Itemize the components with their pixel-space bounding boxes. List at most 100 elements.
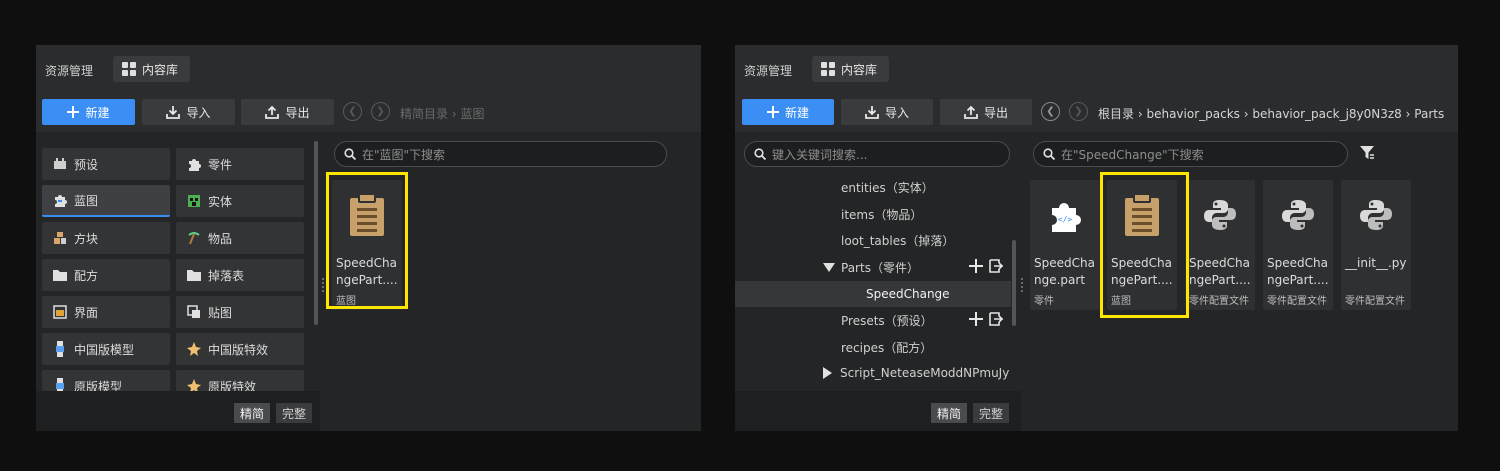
sidebar-scrollbar[interactable] bbox=[314, 141, 318, 325]
file-kind: 零件 bbox=[1034, 296, 1054, 307]
tree-item-parts[interactable]: Parts（零件） bbox=[735, 254, 1011, 280]
svg-text:</>: </> bbox=[1058, 215, 1073, 224]
export-button-label: 导出 bbox=[983, 105, 1008, 120]
file-tile[interactable]: __init__.py 零件配置文件 bbox=[1341, 180, 1411, 310]
file-content-area: 在"SpeedChange"下搜索 </> SpeedChange.part 零… bbox=[1025, 132, 1458, 431]
category-textures[interactable]: 贴图 bbox=[176, 296, 304, 328]
mode-full-button[interactable]: 完整 bbox=[276, 403, 313, 423]
toolbar: 新建 导入 导出 ❮ ❯ 精简目录 › 蓝图 bbox=[36, 92, 701, 132]
breadcrumb-item[interactable]: behavior_pack_j8y0N3z8 bbox=[1252, 107, 1401, 121]
puzzle-code-icon: </> bbox=[1030, 180, 1100, 250]
category-blueprint[interactable]: 蓝图 bbox=[42, 185, 170, 217]
blueprint-icon bbox=[52, 192, 68, 208]
expand-arrow-icon[interactable] bbox=[823, 262, 835, 272]
breadcrumb-item[interactable]: behavior_packs bbox=[1146, 107, 1239, 121]
tree-item-label: Parts（零件） bbox=[841, 260, 919, 275]
chevron-right-icon: ❯ bbox=[1074, 105, 1083, 117]
breadcrumb-separator-icon: › bbox=[1405, 107, 1415, 121]
new-button[interactable]: 新建 bbox=[42, 99, 135, 125]
category-loot-tables[interactable]: 掉落表 bbox=[176, 259, 304, 291]
tab-content-library[interactable]: 内容库 bbox=[113, 56, 190, 82]
tab-label: 内容库 bbox=[142, 62, 179, 77]
new-button[interactable]: 新建 bbox=[742, 99, 834, 125]
new-button-label: 新建 bbox=[784, 105, 809, 120]
category-label: 零件 bbox=[208, 157, 233, 172]
import-file-icon[interactable] bbox=[989, 259, 1003, 273]
new-button-label: 新建 bbox=[85, 105, 110, 120]
search-input[interactable]: 在"SpeedChange"下搜索 bbox=[1033, 141, 1348, 167]
tree-item-label: Presets（预设） bbox=[841, 313, 933, 328]
export-button[interactable]: 导出 bbox=[241, 99, 334, 125]
grid-icon bbox=[122, 62, 136, 76]
mode-simple-button[interactable]: 精简 bbox=[931, 403, 968, 423]
search-input[interactable]: 在"蓝图"下搜索 bbox=[334, 141, 667, 167]
category-preset[interactable]: 预设 bbox=[42, 148, 170, 180]
import-button[interactable]: 导入 bbox=[841, 99, 933, 125]
breadcrumb-item[interactable]: 蓝图 bbox=[460, 107, 484, 121]
category-blocks[interactable]: 方块 bbox=[42, 222, 170, 254]
tree-search-input[interactable]: 键入关键词搜索... bbox=[744, 141, 1010, 167]
file-name: SpeedChangePart.... bbox=[1267, 256, 1329, 287]
tree-item[interactable]: Script_NeteaseModdNPmuJy bbox=[735, 360, 1011, 386]
category-label: 物品 bbox=[208, 231, 233, 246]
tree-item-selected[interactable]: SpeedChange bbox=[735, 281, 1011, 307]
file-name: __init__.py bbox=[1345, 256, 1407, 270]
tab-content-library[interactable]: 内容库 bbox=[812, 56, 889, 82]
category-items[interactable]: 物品 bbox=[176, 222, 304, 254]
grid-icon bbox=[821, 62, 835, 76]
category-label: 贴图 bbox=[208, 305, 233, 320]
import-file-icon[interactable] bbox=[989, 312, 1003, 326]
file-tile[interactable]: SpeedChangePart.... 零件配置文件 bbox=[1185, 180, 1255, 310]
chevron-left-icon: ❮ bbox=[1046, 105, 1055, 117]
add-icon[interactable] bbox=[969, 259, 983, 273]
plus-icon bbox=[67, 106, 80, 118]
tree-item-label: loot_tables（掉落） bbox=[841, 233, 955, 248]
file-name: SpeedChange.part bbox=[1034, 256, 1095, 287]
tree-scrollbar[interactable] bbox=[1012, 240, 1016, 326]
blocks-icon bbox=[52, 230, 68, 246]
panel-titlebar: 资源管理 内容库 bbox=[735, 45, 1458, 92]
back-button[interactable]: ❮ bbox=[1041, 102, 1060, 121]
breadcrumb-item[interactable]: 精简目录 bbox=[400, 107, 448, 121]
search-placeholder: 在"蓝图"下搜索 bbox=[362, 147, 446, 162]
import-button[interactable]: 导入 bbox=[142, 99, 235, 125]
file-tile[interactable]: SpeedChangePart.... 零件配置文件 bbox=[1263, 180, 1333, 310]
filter-icon[interactable] bbox=[1360, 146, 1374, 160]
category-china-effect[interactable]: 中国版特效 bbox=[176, 333, 304, 365]
import-button-label: 导入 bbox=[186, 105, 211, 120]
texture-icon bbox=[186, 304, 202, 320]
tree-item[interactable]: loot_tables（掉落） bbox=[735, 227, 1011, 253]
category-entity[interactable]: 实体 bbox=[176, 185, 304, 217]
category-ui[interactable]: 界面 bbox=[42, 296, 170, 328]
export-button[interactable]: 导出 bbox=[940, 99, 1032, 125]
chevron-right-icon: ❯ bbox=[376, 105, 385, 117]
category-label: 中国版特效 bbox=[208, 342, 269, 357]
breadcrumb-item[interactable]: Parts bbox=[1414, 107, 1444, 121]
resize-handle[interactable] bbox=[1021, 278, 1023, 292]
back-button[interactable]: ❮ bbox=[343, 102, 362, 121]
category-recipes[interactable]: 配方 bbox=[42, 259, 170, 291]
forward-button[interactable]: ❯ bbox=[1069, 102, 1088, 121]
tree-item-label: entities（实体） bbox=[841, 180, 934, 195]
tree-item[interactable]: entities（实体） bbox=[735, 174, 1011, 200]
mode-simple-button[interactable]: 精简 bbox=[234, 403, 271, 423]
add-icon[interactable] bbox=[969, 312, 983, 326]
category-china-model[interactable]: 中国版模型 bbox=[42, 333, 170, 365]
category-parts[interactable]: 零件 bbox=[176, 148, 304, 180]
category-sidebar: 预设 零件 蓝图 实体 方块 物品 配方 掉落表 界面 贴图 中国版模型 中国版… bbox=[36, 132, 320, 431]
breadcrumb: 精简目录 › 蓝图 bbox=[400, 105, 484, 122]
file-kind: 零件配置文件 bbox=[1267, 296, 1327, 307]
file-name: SpeedChangePart.... bbox=[1189, 256, 1251, 287]
file-content-area: 在"蓝图"下搜索 SpeedChangePart.... 蓝图 bbox=[326, 132, 701, 431]
resize-handle[interactable] bbox=[322, 278, 324, 292]
expand-arrow-icon[interactable] bbox=[823, 367, 832, 379]
breadcrumb-item[interactable]: 根目录 bbox=[1098, 107, 1134, 121]
forward-button[interactable]: ❯ bbox=[371, 102, 390, 121]
tree-item[interactable]: items（物品） bbox=[735, 201, 1011, 227]
breadcrumb: 根目录 › behavior_packs › behavior_pack_j8y… bbox=[1098, 105, 1458, 122]
file-tile[interactable]: </> SpeedChange.part 零件 bbox=[1030, 180, 1100, 310]
tree-item-presets[interactable]: Presets（预设） bbox=[735, 307, 1011, 333]
tree-item[interactable]: recipes（配方） bbox=[735, 334, 1011, 360]
category-label: 方块 bbox=[74, 231, 99, 246]
mode-full-button[interactable]: 完整 bbox=[973, 403, 1010, 423]
